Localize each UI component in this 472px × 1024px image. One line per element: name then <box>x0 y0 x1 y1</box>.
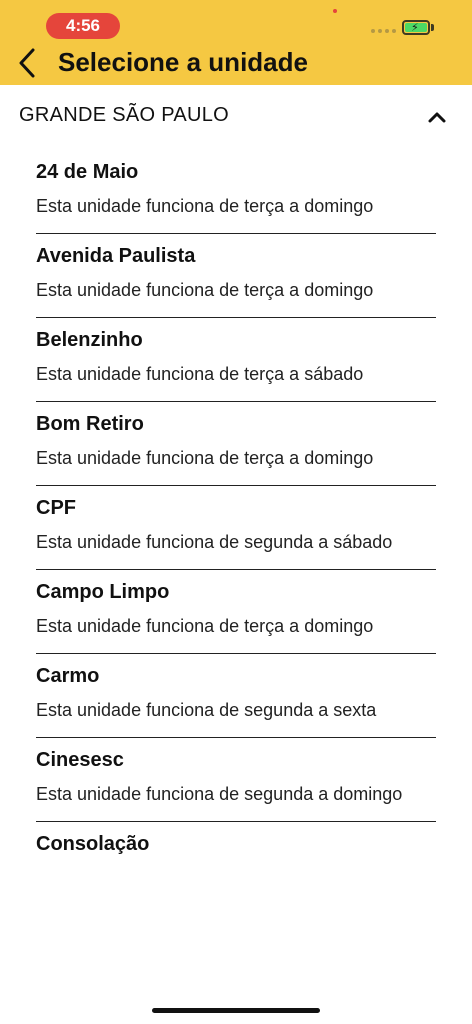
list-item-24-de-maio[interactable]: 24 de Maio Esta unidade funciona de terç… <box>36 150 436 234</box>
list-item-consolacao[interactable]: Consolação <box>36 822 436 872</box>
list-item-carmo[interactable]: Carmo Esta unidade funciona de segunda a… <box>36 654 436 738</box>
back-button[interactable] <box>12 46 42 80</box>
unit-description: Esta unidade funciona de terça a domingo <box>36 280 374 300</box>
recording-dot <box>333 9 337 13</box>
unit-description: Esta unidade funciona de terça a domingo <box>36 616 374 636</box>
list-item-avenida-paulista[interactable]: Avenida Paulista Esta unidade funciona d… <box>36 234 436 318</box>
home-indicator[interactable] <box>152 1008 320 1013</box>
chevron-left-icon <box>19 48 35 78</box>
section-header-grande-sao-paulo[interactable]: GRANDE SÃO PAULO <box>0 98 472 138</box>
signal-icon <box>371 29 396 33</box>
unit-description: Esta unidade funciona de segunda a sexta <box>36 700 377 720</box>
unit-name: Belenzinho <box>36 329 143 351</box>
section-title: GRANDE SÃO PAULO <box>19 104 230 126</box>
unit-description: Esta unidade funciona de segunda a sábad… <box>36 532 393 552</box>
battery-cap <box>431 24 434 31</box>
page-title: Selecione a unidade <box>58 47 308 77</box>
unit-description: Esta unidade funciona de terça a domingo <box>36 196 374 216</box>
unit-name: Campo Limpo <box>36 581 170 603</box>
app-header: 4:56 ⚡ Selecione a unidade <box>0 0 472 85</box>
list-item-cinesesc[interactable]: Cinesesc Esta unidade funciona de segund… <box>36 738 436 822</box>
unit-name: 24 de Maio <box>36 161 139 183</box>
list-item-campo-limpo[interactable]: Campo Limpo Esta unidade funciona de ter… <box>36 570 436 654</box>
unit-description: Esta unidade funciona de terça a sábado <box>36 364 364 384</box>
chevron-up-icon <box>428 112 446 123</box>
unit-description: Esta unidade funciona de terça a domingo <box>36 448 374 468</box>
unit-list: 24 de Maio Esta unidade funciona de terç… <box>0 150 472 872</box>
unit-name: Cinesesc <box>36 749 124 771</box>
status-time: 4:56 <box>46 13 120 39</box>
list-item-cpf[interactable]: CPF Esta unidade funciona de segunda a s… <box>36 486 436 570</box>
unit-description: Esta unidade funciona de segunda a domin… <box>36 784 403 804</box>
list-item-belenzinho[interactable]: Belenzinho Esta unidade funciona de terç… <box>36 318 436 402</box>
unit-name: Consolação <box>36 833 150 855</box>
list-item-bom-retiro[interactable]: Bom Retiro Esta unidade funciona de terç… <box>36 402 436 486</box>
unit-name: Carmo <box>36 665 100 687</box>
unit-name: CPF <box>36 497 76 519</box>
unit-name: Avenida Paulista <box>36 245 196 267</box>
battery-charging-icon: ⚡ <box>402 20 430 35</box>
unit-name: Bom Retiro <box>36 413 144 435</box>
